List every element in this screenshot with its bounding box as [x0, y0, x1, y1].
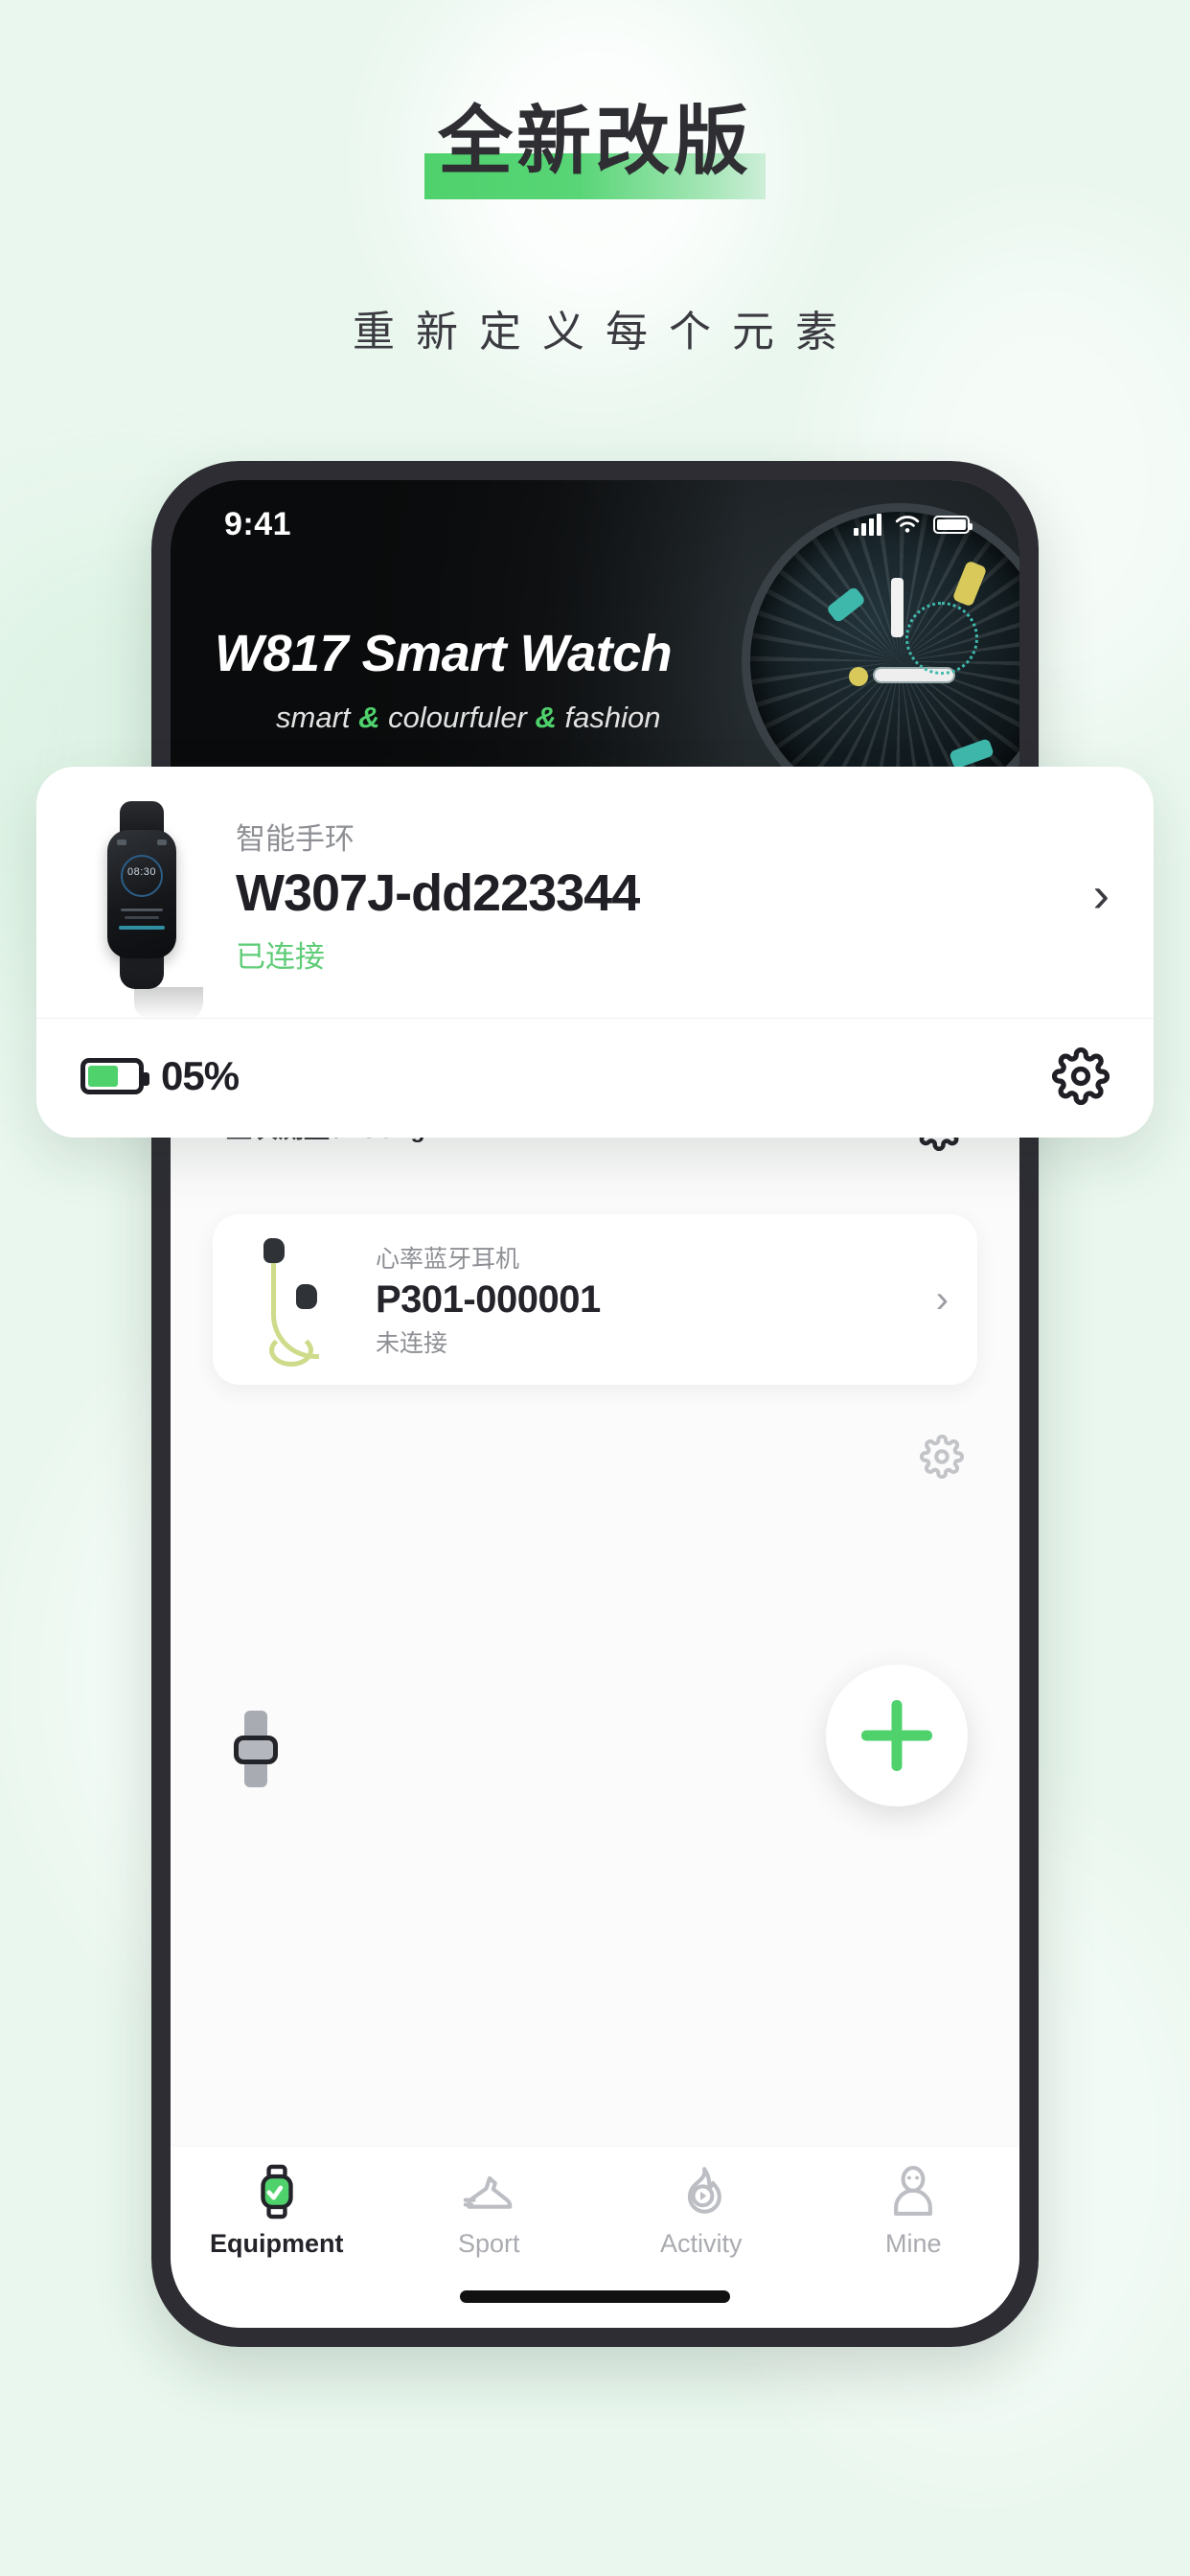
bottom-tab-bar: Equipment Sport Activity Mine: [171, 2146, 1019, 2328]
overlay-device-state: 已连接: [236, 939, 325, 974]
flame-icon: [674, 2164, 729, 2220]
banner-title: W817 Smart Watch: [215, 625, 673, 682]
banner-subtitle-part-2: colourfuler: [388, 701, 527, 734]
status-bar: 9:41: [171, 480, 1019, 559]
tab-sport[interactable]: Sport: [383, 2164, 596, 2259]
promo-subtitle: 重新定义每个元素: [353, 309, 858, 356]
phone-screen: W817 Smart Watch smart & colourfuler & f…: [171, 480, 1019, 2328]
home-indicator: [460, 2290, 730, 2303]
wifi-icon: [895, 516, 920, 533]
promo-headline-wrap: 全新改版: [0, 104, 1190, 199]
tab-label: Activity: [659, 2229, 743, 2258]
watch-icon: [249, 2164, 305, 2220]
battery-icon: [80, 1058, 149, 1094]
status-bar-time: 9:41: [224, 505, 292, 542]
overlay-battery-row: 05%: [36, 1019, 1154, 1138]
status-bar-icons: [854, 513, 973, 536]
promo-headline: 全新改版: [423, 104, 766, 199]
phone-frame: W817 Smart Watch smart & colourfuler & f…: [151, 461, 1039, 2347]
tab-label: Sport: [457, 2229, 520, 2258]
smart-band-icon: 08:30: [80, 801, 203, 1020]
banner-subtitle-amp-2: &: [535, 701, 557, 734]
battery-icon: [933, 515, 973, 534]
banner-subtitle-amp-1: &: [358, 701, 380, 734]
band-display-time: 08:30: [126, 866, 157, 878]
overlay-device-name: W307J-dd223344: [236, 864, 640, 923]
connected-device-overlay-card[interactable]: 08:30 智能手环 W307J-dd223344 已连接 › 05%: [36, 767, 1154, 1138]
add-device-button[interactable]: [826, 1665, 968, 1806]
shoe-icon: [461, 2164, 516, 2220]
bluetooth-earphone-icon: [241, 1234, 355, 1367]
smart-watch-icon: [234, 1711, 278, 1787]
overlay-device-info: 智能手环 W307J-dd223344 已连接: [236, 815, 1074, 975]
device-name: P301-000001: [376, 1278, 601, 1321]
device-kind: 心率蓝牙耳机: [376, 1246, 520, 1273]
battery-percent: 05%: [161, 1053, 240, 1098]
gear-icon[interactable]: [920, 1435, 964, 1479]
cellular-signal-icon: [854, 513, 881, 536]
tab-equipment[interactable]: Equipment: [171, 2164, 383, 2259]
overlay-device-row[interactable]: 08:30 智能手环 W307J-dd223344 已连接 ›: [36, 767, 1154, 1020]
person-icon: [885, 2164, 941, 2220]
chevron-right-icon[interactable]: ›: [923, 1280, 949, 1319]
banner-subtitle-part-3: fashion: [564, 701, 661, 734]
overlay-device-kind: 智能手环: [236, 822, 355, 857]
plus-icon: [861, 1700, 932, 1771]
banner-subtitle: smart & colourfuler & fashion: [276, 701, 661, 735]
tab-label: Equipment: [210, 2229, 344, 2258]
device-card-earphone[interactable]: 心率蓝牙耳机 P301-000001 未连接 ›: [213, 1214, 977, 1385]
banner-subtitle-part-1: smart: [276, 701, 351, 734]
gear-icon[interactable]: [1052, 1047, 1110, 1105]
tab-activity[interactable]: Activity: [595, 2164, 808, 2259]
device-state: 未连接: [376, 1330, 448, 1357]
battery-group: 05%: [80, 1053, 240, 1099]
tab-mine[interactable]: Mine: [808, 2164, 1020, 2259]
headline-text: 全新改版: [437, 99, 752, 183]
chevron-right-icon[interactable]: ›: [1074, 866, 1110, 924]
tab-label: Mine: [884, 2229, 942, 2258]
device-info: 心率蓝牙耳机 P301-000001 未连接: [376, 1240, 923, 1359]
